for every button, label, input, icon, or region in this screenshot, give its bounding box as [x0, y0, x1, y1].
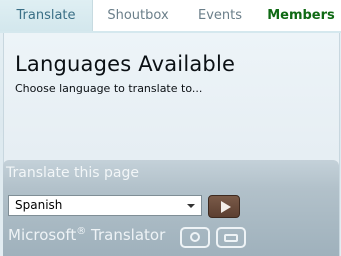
tab-bar: Translate Shoutbox Events Members [0, 0, 341, 32]
brand-registered-mark: ® [76, 226, 87, 237]
translator-brand: Microsoft® Translator [8, 226, 165, 244]
language-select-value: Spanish [15, 198, 63, 212]
chevron-down-icon [187, 204, 195, 208]
page-subtitle: Choose language to translate to... [15, 82, 203, 95]
tab-events[interactable]: Events [184, 0, 256, 31]
tab-members[interactable]: Members [261, 0, 341, 31]
brand-name: Microsoft [8, 226, 77, 244]
language-select[interactable]: Spanish [8, 195, 202, 216]
brand-suffix: Translator [86, 226, 166, 244]
page-title: Languages Available [15, 52, 236, 76]
tab-shoutbox[interactable]: Shoutbox [92, 0, 184, 31]
embed-icon [224, 234, 238, 242]
tab-translate[interactable]: Translate [0, 0, 93, 31]
play-icon [221, 201, 231, 213]
share-button[interactable] [180, 227, 210, 248]
share-icon [190, 232, 200, 242]
translator-title: Translate this page [6, 165, 139, 181]
translate-go-button[interactable] [208, 195, 240, 218]
embed-button[interactable] [216, 227, 246, 248]
